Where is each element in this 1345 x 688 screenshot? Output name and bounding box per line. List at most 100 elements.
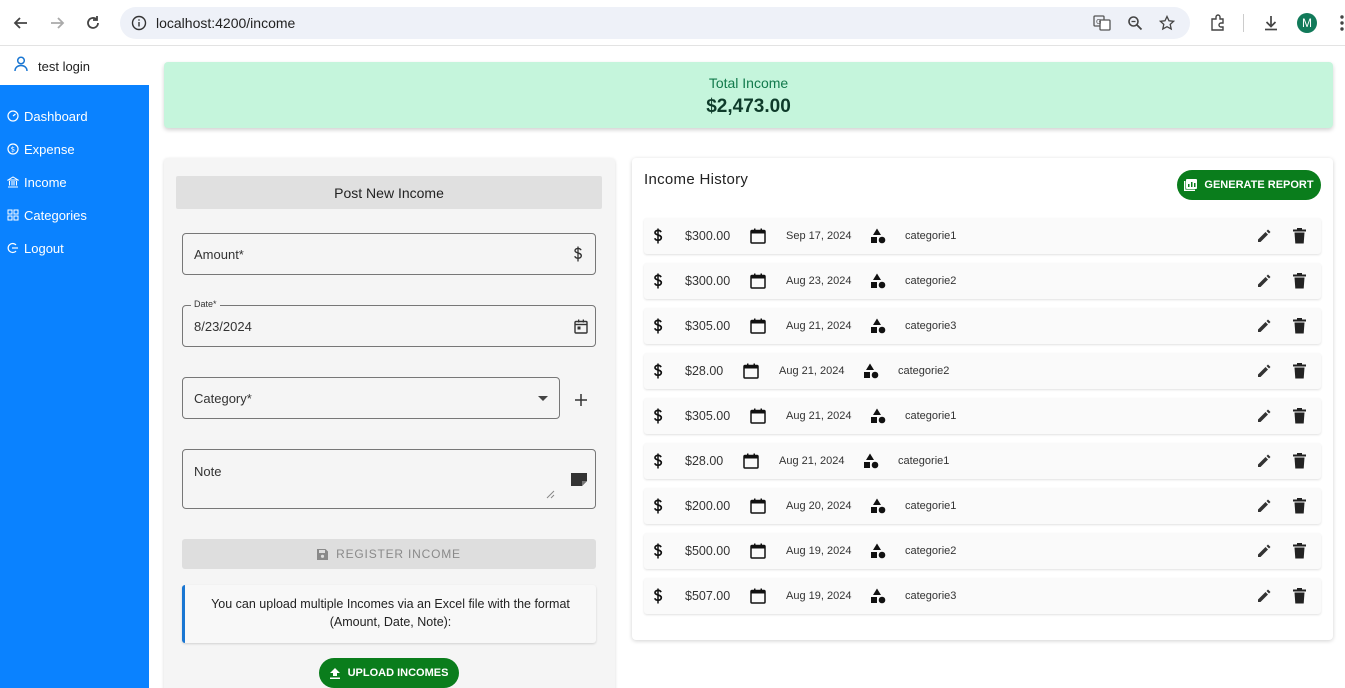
browser-menu-icon[interactable] bbox=[1331, 12, 1345, 34]
svg-text:$: $ bbox=[11, 146, 15, 154]
income-category: categorie1 bbox=[898, 455, 950, 467]
delete-icon[interactable] bbox=[1293, 588, 1307, 604]
user-info: test login bbox=[0, 47, 149, 85]
income-category: categorie3 bbox=[905, 590, 957, 602]
upload-incomes-label: UPLOAD INCOMES bbox=[347, 667, 449, 679]
category-select[interactable]: Category* bbox=[182, 377, 560, 419]
add-category-button[interactable] bbox=[571, 390, 591, 410]
delete-icon[interactable] bbox=[1293, 273, 1307, 289]
edit-icon[interactable] bbox=[1256, 363, 1272, 379]
amount-field[interactable]: Amount* bbox=[182, 233, 596, 275]
calendar-icon bbox=[750, 228, 766, 244]
income-date: Aug 21, 2024 bbox=[779, 365, 845, 377]
category-shapes-icon bbox=[870, 498, 886, 514]
download-icon[interactable] bbox=[1260, 12, 1282, 34]
delete-icon[interactable] bbox=[1293, 453, 1307, 469]
resize-handle-icon[interactable] bbox=[545, 486, 555, 499]
sidebar-item-label: Categories bbox=[24, 207, 87, 223]
site-info-icon[interactable] bbox=[130, 14, 148, 32]
delete-icon[interactable] bbox=[1293, 498, 1307, 514]
form-title: Post New Income bbox=[176, 176, 602, 209]
user-name: test login bbox=[38, 59, 91, 74]
dollar-icon bbox=[652, 317, 664, 335]
income-category: categorie2 bbox=[898, 365, 950, 377]
sidebar-item-label: Expense bbox=[24, 141, 75, 157]
category-shapes-icon bbox=[870, 408, 886, 424]
edit-icon[interactable] bbox=[1256, 543, 1272, 559]
translate-icon[interactable]: G bbox=[1093, 14, 1111, 32]
date-field[interactable]: 8/23/2024 bbox=[182, 305, 596, 347]
delete-icon[interactable] bbox=[1293, 318, 1307, 334]
calendar-icon bbox=[750, 498, 766, 514]
income-amount: $28.00 bbox=[685, 364, 724, 378]
forward-icon[interactable] bbox=[45, 11, 69, 35]
delete-icon[interactable] bbox=[1293, 543, 1307, 559]
calendar-icon bbox=[750, 543, 766, 559]
delete-icon[interactable] bbox=[1293, 228, 1307, 244]
sidebar-item-label: Income bbox=[24, 174, 67, 190]
sidebar-item-expense[interactable]: $ Expense bbox=[0, 136, 149, 162]
income-date: Aug 19, 2024 bbox=[786, 545, 852, 557]
edit-icon[interactable] bbox=[1256, 228, 1272, 244]
generate-report-button[interactable]: GENERATE REPORT bbox=[1177, 170, 1321, 200]
edit-icon[interactable] bbox=[1256, 498, 1272, 514]
profile-avatar[interactable]: M bbox=[1297, 13, 1317, 33]
note-field[interactable]: Note bbox=[182, 449, 596, 509]
back-icon[interactable] bbox=[9, 11, 33, 35]
chevron-down-icon bbox=[538, 395, 548, 401]
zoom-icon[interactable] bbox=[1126, 14, 1144, 32]
dollar-icon bbox=[571, 245, 585, 263]
sidebar-item-categories[interactable]: Categories bbox=[0, 202, 149, 228]
bookmark-star-icon[interactable] bbox=[1158, 14, 1176, 32]
edit-icon[interactable] bbox=[1256, 273, 1272, 289]
income-category: categorie1 bbox=[905, 410, 957, 422]
edit-icon[interactable] bbox=[1256, 318, 1272, 334]
income-category: categorie2 bbox=[905, 545, 957, 557]
user-icon bbox=[14, 56, 28, 77]
edit-icon[interactable] bbox=[1256, 408, 1272, 424]
sidebar-item-income[interactable]: Income bbox=[0, 169, 149, 195]
edit-icon[interactable] bbox=[1256, 453, 1272, 469]
table-row: $507.00 Aug 19, 2024 categorie3 bbox=[644, 578, 1321, 614]
total-income-card: Total Income $2,473.00 bbox=[164, 62, 1333, 128]
dollar-icon bbox=[652, 587, 664, 605]
category-shapes-icon bbox=[870, 543, 886, 559]
income-amount: $507.00 bbox=[685, 589, 731, 603]
register-income-button[interactable]: REGISTER INCOME bbox=[182, 539, 596, 569]
income-amount: $500.00 bbox=[685, 544, 731, 558]
upload-incomes-button[interactable]: UPLOAD INCOMES bbox=[319, 658, 459, 688]
address-bar[interactable]: localhost:4200/income G bbox=[120, 7, 1190, 39]
income-amount: $305.00 bbox=[685, 319, 731, 333]
dollar-icon bbox=[652, 227, 664, 245]
edit-icon[interactable] bbox=[1256, 588, 1272, 604]
income-date: Aug 20, 2024 bbox=[786, 500, 852, 512]
date-value[interactable]: 8/23/2024 bbox=[194, 319, 252, 334]
table-row: $200.00 Aug 20, 2024 categorie1 bbox=[644, 488, 1321, 524]
delete-icon[interactable] bbox=[1293, 408, 1307, 424]
sidebar: Dashboard $ Expense Income Categories Lo… bbox=[0, 85, 149, 688]
sidebar-item-dashboard[interactable]: Dashboard bbox=[0, 103, 149, 129]
note-label: Note bbox=[194, 464, 222, 479]
url-text[interactable]: localhost:4200/income bbox=[156, 15, 295, 31]
extensions-icon[interactable] bbox=[1207, 12, 1229, 34]
category-shapes-icon bbox=[863, 363, 879, 379]
sidebar-item-logout[interactable]: Logout bbox=[0, 235, 149, 261]
table-row: $305.00 Aug 21, 2024 categorie3 bbox=[644, 308, 1321, 344]
delete-icon[interactable] bbox=[1293, 363, 1307, 379]
income-amount: $305.00 bbox=[685, 409, 731, 423]
plus-icon bbox=[575, 394, 587, 406]
total-income-value: $2,473.00 bbox=[706, 96, 791, 117]
income-date: Aug 21, 2024 bbox=[786, 410, 852, 422]
category-shapes-icon bbox=[870, 228, 886, 244]
income-date: Aug 23, 2024 bbox=[786, 275, 852, 287]
category-shapes-icon bbox=[870, 318, 886, 334]
calendar-icon bbox=[750, 318, 766, 334]
income-category: categorie1 bbox=[905, 500, 957, 512]
calendar-icon[interactable] bbox=[573, 318, 589, 334]
dollar-icon bbox=[652, 497, 664, 515]
income-category: categorie1 bbox=[905, 230, 957, 242]
logout-icon bbox=[7, 242, 19, 254]
reload-icon[interactable] bbox=[81, 11, 105, 35]
table-row: $28.00 Aug 21, 2024 categorie2 bbox=[644, 353, 1321, 389]
upload-info-box: You can upload multiple Incomes via an E… bbox=[182, 585, 596, 643]
